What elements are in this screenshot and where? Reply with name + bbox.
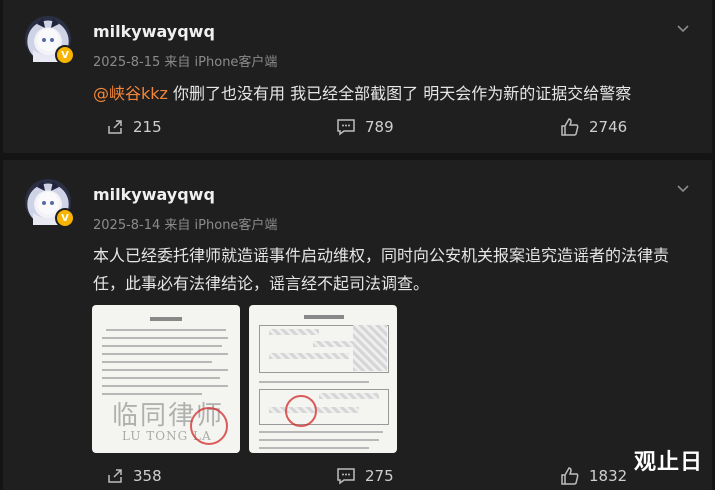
comment-icon bbox=[337, 468, 355, 485]
share-icon bbox=[108, 469, 122, 483]
attached-image-police-receipt[interactable] bbox=[249, 305, 397, 453]
post-meta: 2025-8-14 来自 iPhone客户端 bbox=[93, 218, 278, 233]
mention-link[interactable]: @峡谷kkz bbox=[93, 84, 168, 103]
like-button[interactable]: 1832 bbox=[559, 466, 627, 486]
repost-button[interactable]: 358 bbox=[105, 466, 162, 486]
action-bar: 215 789 2746 bbox=[3, 117, 712, 141]
attached-image-lawyer-letter[interactable]: 临同律师 LU TONG LA bbox=[92, 305, 240, 453]
comment-icon bbox=[337, 119, 355, 136]
seal-stamp bbox=[190, 407, 228, 445]
like-button[interactable]: 2746 bbox=[559, 117, 627, 137]
post-text: @峡谷kkz 你删了也没有用 我已经全部截图了 明天会作为新的证据交给警察 bbox=[93, 80, 692, 108]
comment-button[interactable]: 275 bbox=[335, 466, 394, 486]
thumbs-up-icon bbox=[561, 467, 579, 485]
username[interactable]: milkywayqwq bbox=[93, 185, 215, 204]
avatar[interactable]: V bbox=[25, 179, 75, 228]
comment-count: 789 bbox=[365, 118, 394, 136]
post-meta: 2025-8-15 来自 iPhone客户端 bbox=[93, 55, 278, 70]
verified-badge: V bbox=[55, 45, 75, 65]
share-icon bbox=[108, 120, 122, 134]
post-card: V milkywayqwq 2025-8-14 来自 iPhone客户端 本人已… bbox=[3, 160, 712, 490]
repost-count: 215 bbox=[133, 118, 162, 136]
like-count: 1832 bbox=[589, 467, 628, 485]
comment-count: 275 bbox=[365, 467, 394, 485]
chevron-down-icon[interactable] bbox=[676, 22, 690, 36]
corner-watermark: 观止日 bbox=[633, 450, 703, 475]
comment-button[interactable]: 789 bbox=[335, 117, 394, 137]
repost-count: 358 bbox=[133, 467, 162, 485]
post-card: V milkywayqwq 2025-8-15 来自 iPhone客户端 @峡谷… bbox=[3, 0, 712, 153]
repost-button[interactable]: 215 bbox=[105, 117, 162, 137]
chevron-down-icon[interactable] bbox=[676, 182, 690, 196]
verified-badge: V bbox=[55, 208, 75, 228]
like-count: 2746 bbox=[589, 118, 628, 136]
username[interactable]: milkywayqwq bbox=[93, 22, 215, 41]
seal-stamp bbox=[285, 395, 317, 427]
action-bar: 358 275 1832 bbox=[3, 466, 712, 490]
post-body: 你删了也没有用 我已经全部截图了 明天会作为新的证据交给警察 bbox=[167, 84, 632, 103]
thumbs-up-icon bbox=[561, 118, 579, 136]
post-text: 本人已经委托律师就造谣事件启动维权，同时向公安机关报案追究造谣者的法律责任，此事… bbox=[93, 246, 670, 293]
avatar[interactable]: V bbox=[25, 16, 75, 65]
